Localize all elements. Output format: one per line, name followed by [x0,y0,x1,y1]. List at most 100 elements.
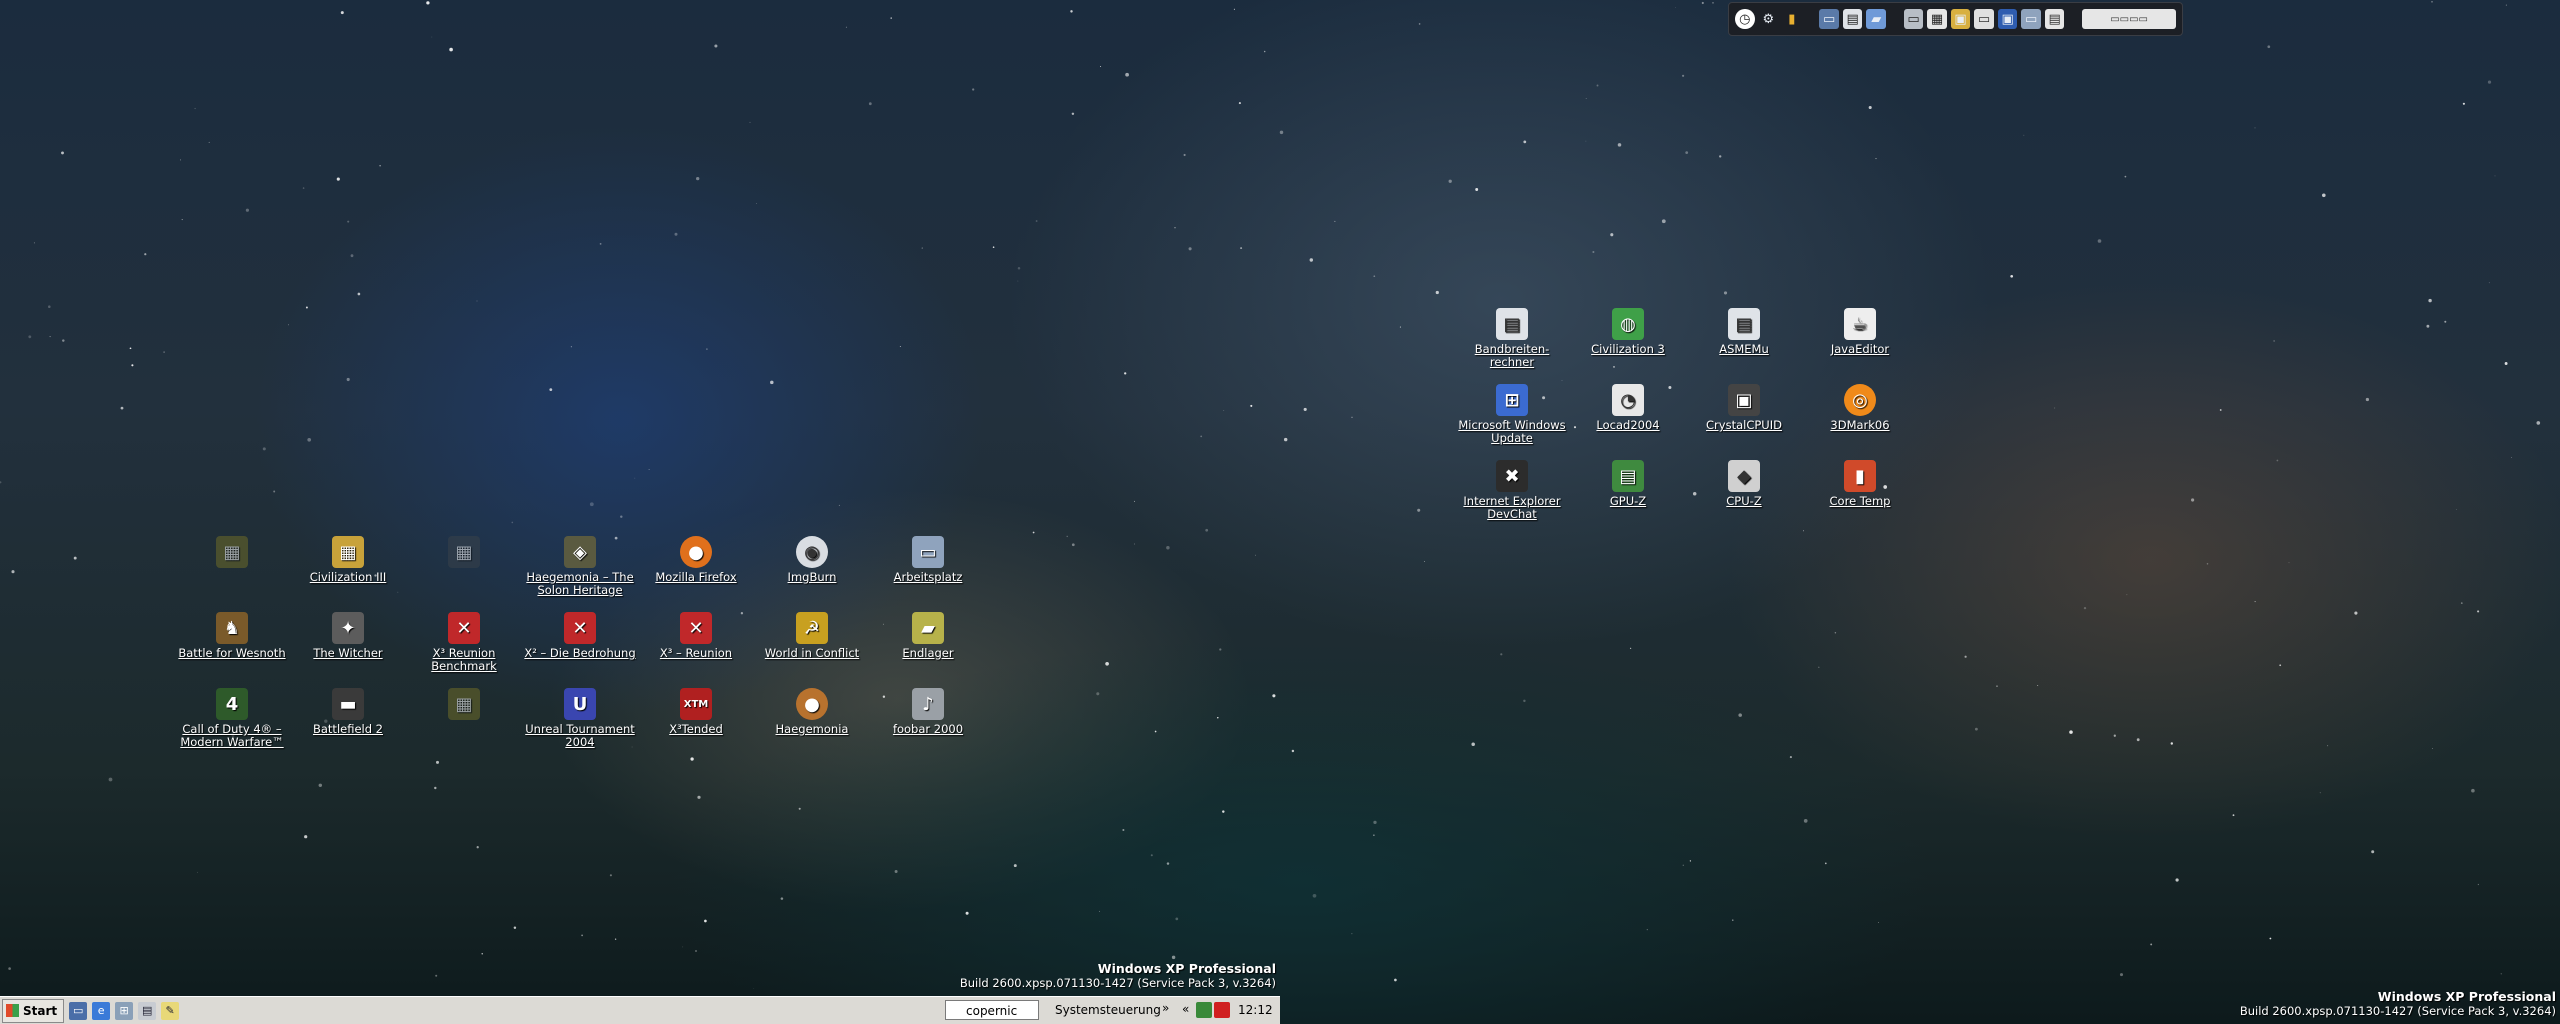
desktop-icon[interactable]: ◔ Locad2004 [1570,384,1686,432]
star [1171,955,1176,960]
star [1175,917,1179,921]
desktop-icon[interactable]: ◉ ImgBurn [754,536,870,584]
desktop-icon-label: Mozilla Firefox [655,570,737,584]
star [1283,437,1288,442]
toolbar-chevron-icon[interactable]: » [1162,1001,1169,1015]
desktop-icon[interactable]: 4 Call of Duty 4® – Modern Warfare™ [174,688,290,749]
desktop-icon[interactable]: ☕ JavaEditor [1802,308,1918,356]
game-icon: ▦ [448,536,480,568]
search-input[interactable]: copernic [945,1000,1039,1020]
desktop-icon[interactable]: ▮ Core Temp [1802,460,1918,508]
star [2455,508,2457,510]
desktop-icon[interactable]: ▭ Arbeitsplatz [870,536,986,584]
desktop-icon-label: GPU-Z [1609,494,1647,508]
star [73,556,77,560]
window-icon[interactable]: ▤ [2044,9,2065,29]
star [435,974,438,977]
star [581,934,583,937]
windows-watermark-left: Windows XP Professional Build 2600.xpsp.… [960,961,1276,991]
window-icon[interactable]: ▣ [1997,9,2018,29]
civ3-globe-icon: ◍ [1612,308,1644,340]
star [614,938,617,940]
chart-icon[interactable]: ▮ [1782,9,1802,29]
desktop-icon[interactable]: ☭ World in Conflict [754,612,870,660]
desktop-icon[interactable]: ✦ The Witcher [290,612,406,660]
star [838,504,840,506]
calendar-icon[interactable]: ▦ [1927,9,1947,29]
desktop-icon[interactable]: ✕ X³ – Reunion [638,612,754,660]
desktop-icon[interactable]: ▰ Endlager [870,612,986,660]
start-button[interactable]: Start [2,998,65,1023]
desktop-icon[interactable]: ✖ Internet Explorer DevChat [1454,460,1570,521]
star [2354,611,2358,615]
clock-icon[interactable]: ◷ [1735,9,1755,29]
star [1017,266,1021,270]
desktop-icon[interactable]: ♞ Battle for Wesnoth [174,612,290,660]
window-icon[interactable]: ▣ [1950,9,1971,29]
desktop-icon[interactable]: ▤ GPU-Z [1570,460,1686,508]
witcher-icon: ✦ [332,612,364,644]
desktop-icon[interactable]: ▤ Bandbreiten-rechner [1454,308,1570,369]
drive-icon[interactable]: ▭ [1903,9,1924,29]
desktop-icon[interactable]: ▦ [174,536,290,571]
network-icon[interactable]: ⊞ [115,1001,134,1020]
ut2004-icon: U [564,688,596,720]
star [1674,7,1676,8]
star [1996,685,1998,687]
explorer-icon[interactable]: ▤ [138,1001,157,1020]
window-icon[interactable]: ▭ [1974,9,1994,29]
notepad-icon[interactable]: ✎ [161,1001,180,1020]
desktop-icon[interactable]: ● Haegemonia [754,688,870,736]
desktop-icon[interactable]: ▦ [406,688,522,723]
taskbar-preview-icon[interactable]: ▭▭▭▭ [2082,9,2176,29]
desktop-icon[interactable]: ♪ foobar 2000 [870,688,986,736]
x3-icon: ✕ [448,612,480,644]
star [288,324,289,326]
desktop-icon[interactable]: ⊞ Microsoft Windows Update [1454,384,1570,445]
star [350,254,354,258]
star [1613,366,1615,368]
gear-icon[interactable]: ⚙ [1759,9,1779,29]
star [2023,134,2025,136]
star [1334,220,1336,222]
desktop-icon[interactable]: ◎ 3DMark06 [1802,384,1918,432]
star [1125,72,1129,77]
desktop-icon[interactable]: ▦ [406,536,522,571]
star [2269,937,2272,940]
clock[interactable]: 12:12 [1238,1003,1273,1017]
desktop-icon[interactable]: ▤ ASMEMu [1686,308,1802,356]
desktop-icon[interactable]: ✕ X³ Reunion Benchmark [406,612,522,673]
star [434,786,437,790]
desktop-icon-label: Civilization 3 [1591,342,1665,356]
desktop-icon[interactable]: ◍ Civilization 3 [1570,308,1686,356]
monitor-icon[interactable]: ▭ [1819,9,1839,29]
desktop-icon[interactable]: ▬ Battlefield 2 [290,688,406,736]
show-desktop-icon[interactable]: ▭ [69,1001,88,1020]
antivirus-tray-icon[interactable] [1214,1002,1230,1018]
star [2083,606,2087,610]
keyboard-icon[interactable]: ▤ [1842,9,1863,29]
star [245,208,249,212]
desktop-icon[interactable]: ▦ Civilization III [290,536,406,584]
star [1200,435,1203,438]
desktop-icon-label: ASMEMu [1719,342,1769,356]
desktop-icon[interactable]: U Unreal Tournament 2004 [522,688,638,749]
desktop-icon-label: Locad2004 [1596,418,1660,432]
watermark-edition: Windows XP Professional [1097,961,1276,976]
star [1682,864,1684,866]
tray-collapse-icon[interactable]: « [1182,1002,1189,1016]
star [1272,694,1276,698]
desktop-icon[interactable]: ● Mozilla Firefox [638,536,754,584]
display-icon[interactable]: ▭ [2021,9,2041,29]
desktop-icon[interactable]: ✕ X² – Die Bedrohung [522,612,638,660]
folder-icon[interactable]: ▰ [1866,9,1886,29]
desktop-icon[interactable]: ▣ CrystalCPUID [1686,384,1802,432]
desktop-icon[interactable]: XTM X³Tended [638,688,754,736]
desktop-icon[interactable]: ◆ CPU-Z [1686,460,1802,508]
internet-explorer-icon[interactable]: e [92,1001,111,1020]
network-tray-icon[interactable] [1196,1002,1212,1018]
star [2097,239,2102,243]
star [1134,543,1135,545]
desktop-icon[interactable]: ◈ Haegemonia – The Solon Heritage [522,536,638,597]
systemsteuerung-toolbar[interactable]: Systemsteuerung [1055,1003,1161,1017]
